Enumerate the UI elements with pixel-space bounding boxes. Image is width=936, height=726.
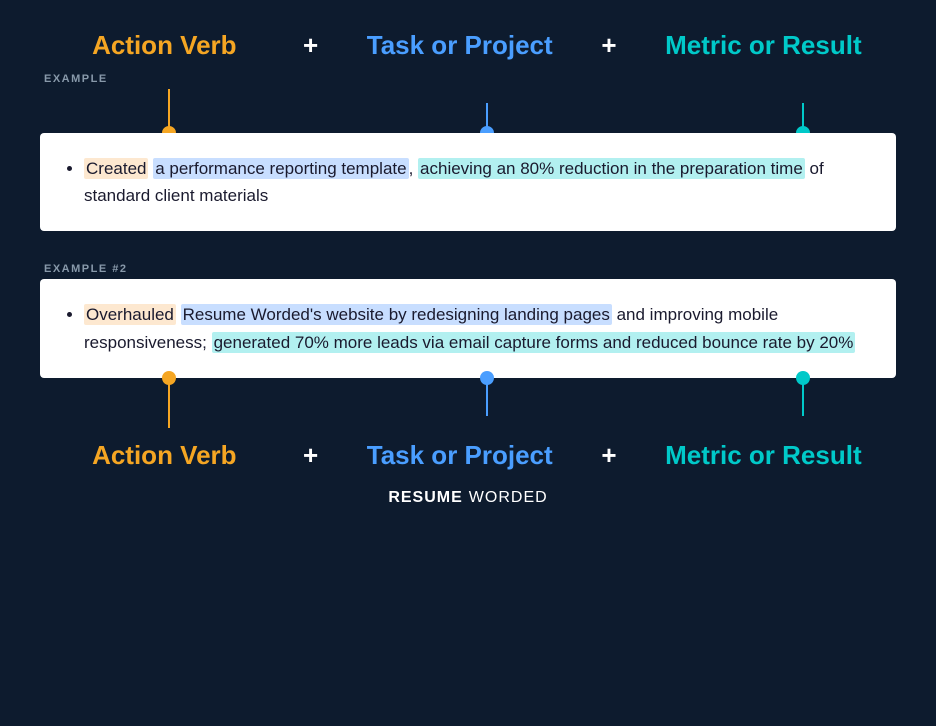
example-1-action-highlight: Created <box>84 158 148 179</box>
bottom-task-label: Task or Project <box>367 440 553 471</box>
example-2-label: EXAMPLE #2 <box>44 263 896 275</box>
example-1-task-highlight: a performance reporting template <box>153 158 408 179</box>
bottom-plus-1: + <box>303 440 318 471</box>
action-dot-bottom-2 <box>162 371 176 385</box>
example-2-connectors-bottom <box>40 378 896 428</box>
bottom-plus-2: + <box>601 440 616 471</box>
example-2-list-item: Overhauled Resume Worded's website by re… <box>84 301 866 355</box>
example-2-action-highlight: Overhauled <box>84 304 176 325</box>
branding: RESUME WORDED <box>388 489 547 507</box>
example-2-bullet-box: Overhauled Resume Worded's website by re… <box>40 279 896 377</box>
top-metric-label: Metric or Result <box>665 30 862 61</box>
example-2-task-highlight: Resume Worded's website by redesigning l… <box>181 304 612 325</box>
top-action-verb-label: Action Verb <box>74 30 254 61</box>
metric-dot-bottom-2 <box>796 371 810 385</box>
example-2-metric-highlight: generated 70% more leads via email captu… <box>212 332 856 353</box>
top-plus-1: + <box>303 30 318 61</box>
example-1-label: EXAMPLE <box>44 73 896 85</box>
example-1-connectors-top <box>40 89 896 133</box>
example-1-list-item: Created a performance reporting template… <box>84 155 866 209</box>
top-plus-2: + <box>601 30 616 61</box>
action-line-bottom-2 <box>168 378 170 428</box>
brand-resume: RESUME <box>388 489 462 507</box>
bottom-action-verb-label: Action Verb <box>74 440 254 471</box>
example-1-bullet-box: Created a performance reporting template… <box>40 133 896 231</box>
bottom-metric-label: Metric or Result <box>665 440 862 471</box>
example-1-section: EXAMPLE Created a performance reporting … <box>40 73 896 231</box>
example-1-metric-highlight: achieving an 80% reduction in the prepar… <box>418 158 805 179</box>
bottom-labels: Action Verb + Task or Project + Metric o… <box>40 440 896 471</box>
top-task-label: Task or Project <box>367 30 553 61</box>
brand-worded: WORDED <box>469 489 548 507</box>
top-labels: Action Verb + Task or Project + Metric o… <box>40 30 896 61</box>
task-dot-bottom-2 <box>480 371 494 385</box>
example-2-section: EXAMPLE #2 Overhauled Resume Worded's we… <box>40 263 896 427</box>
